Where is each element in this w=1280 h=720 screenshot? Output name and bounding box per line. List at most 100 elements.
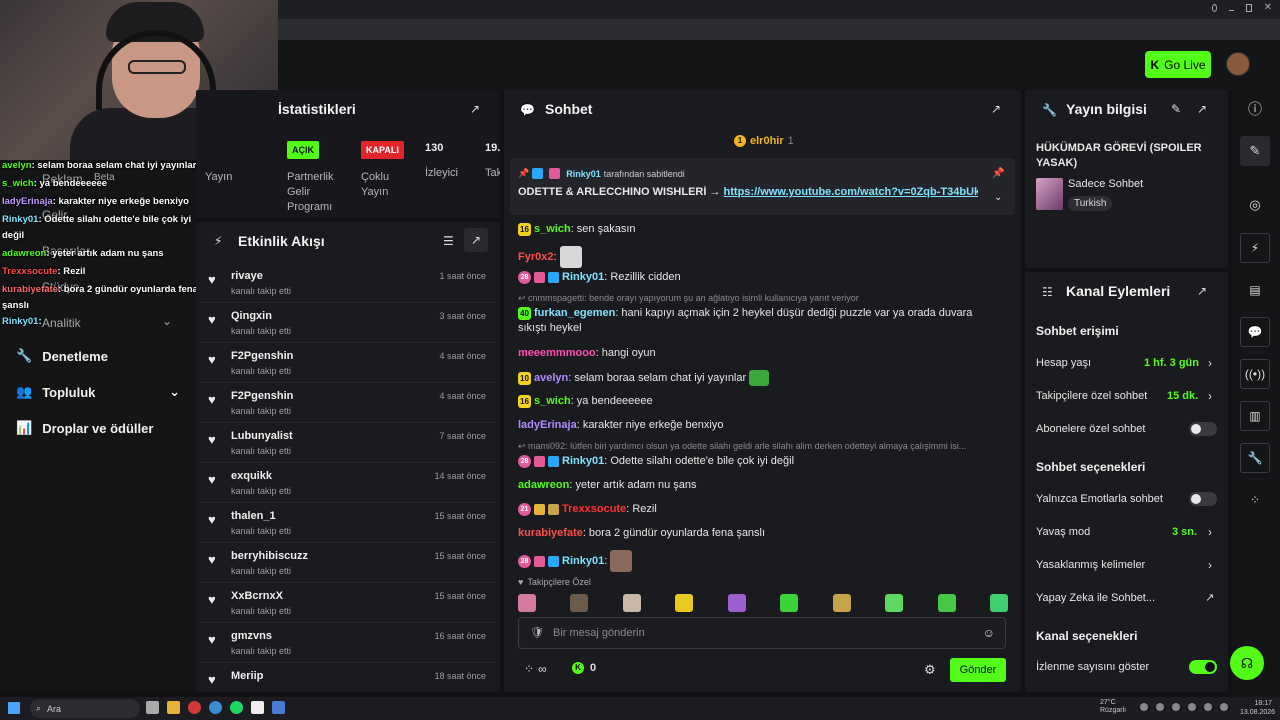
chat-input[interactable]: 🛡 Bir mesaj gönderin ☺ — [518, 617, 1006, 649]
channel-points[interactable]: ⁘ ∞ — [524, 662, 547, 676]
chat-username[interactable]: Trexxsocute — [562, 503, 626, 515]
ai-chat-label[interactable]: Yapay Zeka ile Sohbet... — [1036, 592, 1155, 604]
activity-item[interactable]: ♥ rivaye kanalı takip etti 1 saat önce — [202, 263, 494, 303]
search-icon[interactable] — [1212, 4, 1218, 12]
clock[interactable]: 18:17 13.08.2026 — [1240, 699, 1275, 717]
emote-icon[interactable] — [622, 594, 641, 612]
user-avatar[interactable] — [1226, 52, 1250, 76]
emote-icon[interactable] — [885, 594, 904, 612]
app-icon[interactable] — [230, 701, 243, 714]
activity-item[interactable]: ♥ Lubunyalist kanalı takip etti 7 saat önce — [202, 423, 494, 463]
activity-item[interactable]: ♥ F2Pgenshin kanalı takip etti 4 saat önce — [202, 383, 494, 423]
followers-chat-label[interactable]: Takipçilere özel sohbet — [1036, 390, 1147, 402]
activity-item[interactable]: ♥ XxBcrnxX kanalı takip etti 15 saat önce — [202, 583, 494, 623]
go-live-button[interactable]: K Go Live — [1145, 51, 1211, 78]
chevron-down-icon[interactable]: ⌄ — [162, 314, 172, 328]
taskbar-search[interactable]: ⌕ Ara — [30, 699, 140, 718]
tray-icon[interactable] — [1156, 703, 1164, 711]
emote-icon[interactable] — [727, 594, 746, 612]
chat-message[interactable]: adawreon: yeter artık adam nu şans — [518, 478, 697, 493]
emote-only-toggle[interactable] — [1189, 492, 1217, 506]
reply-context[interactable]: ↩ mami092: lütfen biri yardımcı olsun ya… — [518, 441, 1003, 452]
sidebar-item-droplar[interactable]: 📊 Droplar ve ödüller — [16, 420, 153, 436]
maximize-icon[interactable] — [1246, 4, 1252, 12]
popout-icon[interactable]: ↗ — [1197, 102, 1207, 116]
sidebar-item-denetleme[interactable]: 🔧 Denetleme — [16, 348, 108, 364]
chat-username[interactable]: Rinky01 — [562, 271, 604, 283]
settings-gear-icon[interactable]: ⚙ — [924, 662, 936, 678]
chat-username[interactable]: avelyn — [534, 372, 568, 384]
chat-username[interactable]: meeemmmooo — [518, 347, 596, 359]
emote-icon[interactable] — [518, 594, 536, 612]
minimize-icon[interactable] — [1229, 10, 1235, 11]
chat-message[interactable]: 28 Rinky01: Odette silahı odette'e bile ç… — [518, 454, 794, 469]
top-gifter[interactable]: 1 elr0hir 1 — [734, 135, 794, 147]
chat-username[interactable]: Rinky01 — [562, 555, 604, 567]
chat-username[interactable]: furkan_egemen — [534, 307, 615, 319]
emote-icon[interactable] — [570, 594, 589, 612]
tray-icon[interactable] — [1188, 703, 1196, 711]
popout-icon[interactable]: ↗ — [991, 102, 1001, 116]
kick-points[interactable]: K 0 — [572, 662, 596, 674]
activity-item[interactable]: ♥ berryhibiscuzz kanalı takip etti 15 saat … — [202, 543, 494, 583]
emote-icon[interactable] — [675, 594, 694, 612]
unpin-icon[interactable]: 📌 — [992, 168, 1004, 179]
chat-username[interactable]: ladyErinaja — [518, 419, 577, 431]
reply-context[interactable]: ↩ cnmmspagetti: bende orayı yapıyorum şu… — [518, 293, 1003, 304]
chevron-right-icon[interactable]: › — [1208, 389, 1216, 403]
info-icon[interactable]: ⓘ — [1240, 94, 1270, 124]
chevron-down-icon[interactable]: ⌄ — [994, 192, 1002, 203]
activity-item[interactable]: ♥ exquikk kanalı takip etti 14 saat önce — [202, 463, 494, 503]
tray-icon[interactable] — [1220, 703, 1228, 711]
camera-icon[interactable]: ◎ — [1240, 190, 1270, 220]
wrench-icon[interactable]: 🔧 — [1240, 443, 1270, 473]
edit-icon[interactable]: ✎ — [1171, 102, 1181, 116]
popout-button[interactable]: ↗ — [464, 228, 488, 252]
external-link-icon[interactable]: ↗ — [1205, 591, 1214, 604]
chat-message[interactable]: 10 avelyn: selam boraa selam chat iyi yay… — [518, 370, 770, 386]
windows-start-icon[interactable] — [8, 702, 20, 714]
activity-item[interactable]: ♥ Qingxin kanalı takip etti 3 saat önce — [202, 303, 494, 343]
tray-icon[interactable] — [1204, 703, 1212, 711]
app-icon[interactable] — [167, 701, 180, 714]
chat-message[interactable]: meeemmmooo: hangi oyun — [518, 346, 656, 361]
chat-message[interactable]: ladyErinaja: karakter niye erkeğe benxiy… — [518, 418, 723, 433]
tray-icon[interactable] — [1172, 703, 1180, 711]
show-viewers-toggle[interactable] — [1189, 660, 1217, 674]
close-icon[interactable]: ✕ — [1264, 3, 1272, 16]
emote-icon[interactable] — [780, 594, 799, 612]
chevron-right-icon[interactable]: › — [1208, 356, 1216, 370]
chat-message[interactable]: 28 Rinky01: — [518, 550, 633, 572]
support-button[interactable]: ☊ — [1230, 646, 1264, 680]
chat-message[interactable]: kurabiyefate: bora 2 gündür oyunlarda fe… — [518, 526, 765, 541]
broadcast-icon[interactable]: ((•)) — [1240, 359, 1270, 389]
chat-message[interactable]: 40 furkan_egemen: hani kapıyı açmak için … — [518, 306, 972, 337]
emote-icon[interactable] — [937, 594, 956, 612]
chat-username[interactable]: Fyr0x2 — [518, 251, 553, 263]
chat-message[interactable]: 16 s_wich: sen şakasın — [518, 222, 636, 237]
banned-words-label[interactable]: Yasaklanmış kelimeler — [1036, 559, 1145, 571]
chat-message[interactable]: 21 Trexxsocute: Rezil — [518, 502, 657, 517]
app-icon[interactable] — [272, 701, 285, 714]
activity-item[interactable]: ♥ F2Pgenshin kanalı takip etti 4 saat önce — [202, 343, 494, 383]
subs-chat-toggle[interactable] — [1189, 422, 1217, 436]
app-icon[interactable] — [209, 701, 222, 714]
chat-username[interactable]: s_wich — [534, 395, 571, 407]
chat-username[interactable]: Rinky01 — [562, 455, 604, 467]
document-icon[interactable]: ▤ — [1240, 275, 1270, 305]
app-icon[interactable] — [188, 701, 201, 714]
chat-message[interactable]: Fyr0x2: — [518, 246, 582, 268]
account-age-label[interactable]: Hesap yaşı — [1036, 357, 1091, 369]
app-icon[interactable] — [146, 701, 159, 714]
stream-category[interactable]: Sadece Sohbet — [1068, 178, 1143, 190]
send-button[interactable]: Gönder — [950, 658, 1006, 682]
chat-message[interactable]: 16 s_wich: ya bendeeeeee — [518, 394, 653, 409]
weather-widget[interactable]: 27°C Rüzgarlı — [1100, 699, 1126, 716]
sidebar-item-analitik[interactable]: Analitik — [42, 316, 81, 330]
chat-username[interactable]: s_wich — [534, 223, 571, 235]
chat-icon[interactable]: 💬 — [1240, 317, 1270, 347]
sidebar-item-topluluk[interactable]: 👥 Topluluk ⌄ — [16, 384, 180, 400]
bolt-icon[interactable]: ⚡ — [1240, 233, 1270, 263]
popout-icon[interactable]: ↗ — [1197, 284, 1207, 298]
emote-icon[interactable] — [832, 594, 851, 612]
